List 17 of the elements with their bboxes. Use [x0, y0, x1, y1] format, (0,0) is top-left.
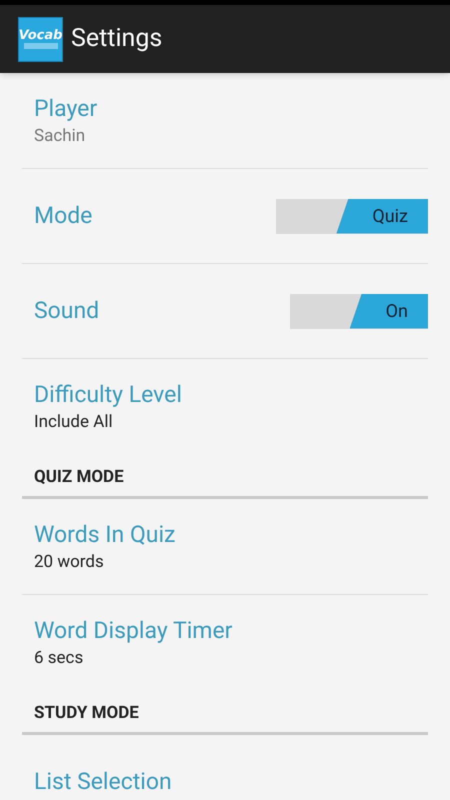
toggle-switch[interactable]: On — [290, 294, 428, 328]
setting-title[interactable]: Word Display Timer — [34, 616, 232, 646]
screen-title: Settings — [71, 23, 162, 56]
setting-title[interactable]: Difficulty Level — [34, 380, 182, 410]
section-header: QUIZ MODE — [34, 466, 124, 488]
setting-summary: 6 secs — [34, 647, 84, 670]
setting-title[interactable]: List Selection — [34, 767, 172, 797]
setting-title: Sound — [34, 296, 100, 326]
setting-summary: Include All — [34, 411, 113, 434]
toggle-switch[interactable]: Quiz — [276, 198, 428, 234]
setting-title[interactable]: Player — [34, 94, 98, 124]
app-logo: Vocab — [18, 16, 63, 62]
setting-title: Mode — [34, 200, 92, 231]
setting-title[interactable]: Words In Quiz — [34, 520, 176, 550]
setting-summary: Sachin — [34, 124, 86, 148]
setting-summary: 20 words — [34, 550, 104, 574]
section-header: STUDY MODE — [34, 702, 139, 724]
